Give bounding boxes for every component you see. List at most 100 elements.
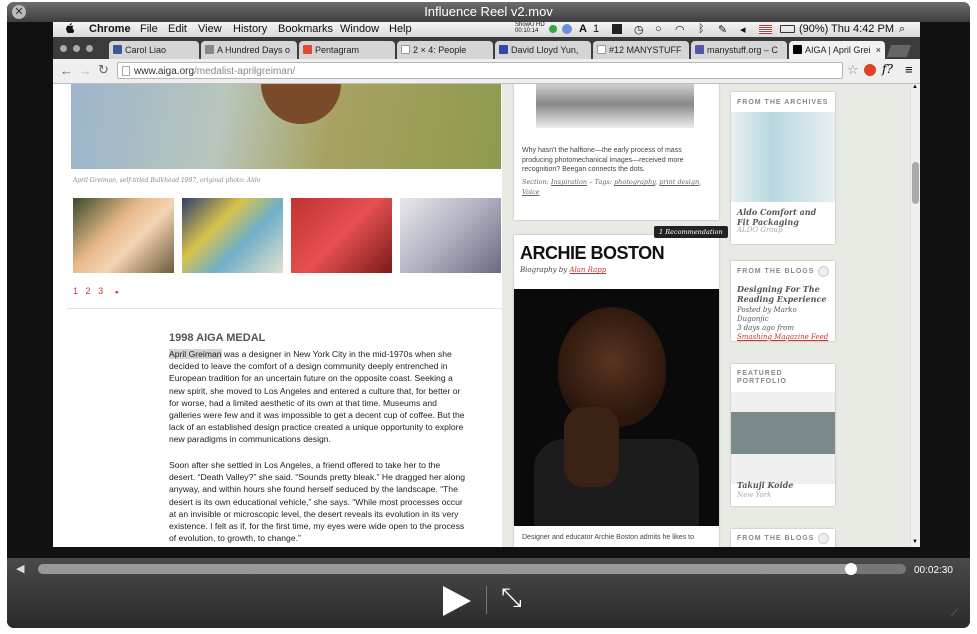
fullscreen-icon[interactable]: ⤡ bbox=[501, 582, 522, 612]
section-link[interactable]: Inspiration bbox=[551, 178, 587, 186]
address-bar[interactable]: www.aiga.org/medalist-aprilgreiman/ bbox=[117, 62, 843, 79]
tab-carol-liao[interactable]: Carol Liao bbox=[109, 41, 199, 59]
archives-title[interactable]: Aldo Comfort and Fit Packaging bbox=[737, 207, 829, 227]
collapse-icon[interactable] bbox=[818, 533, 829, 544]
tab-hundred-days[interactable]: A Hundred Days o bbox=[201, 41, 297, 59]
thumbnail-sketch[interactable] bbox=[400, 198, 501, 273]
page-link-1[interactable]: 1 bbox=[73, 286, 78, 296]
page-icon bbox=[401, 45, 410, 54]
menu-help[interactable]: Help bbox=[389, 23, 412, 35]
halftone-meta: Section: Inspiration – Tags: photography… bbox=[522, 178, 712, 197]
spotlight-search-icon[interactable]: ⌕ bbox=[899, 23, 905, 36]
author-link[interactable]: Alan Rapp bbox=[569, 266, 606, 274]
menu-view[interactable]: View bbox=[198, 23, 222, 35]
menu-app-name[interactable]: Chrome bbox=[89, 23, 131, 35]
bluetooth-icon[interactable]: ᛒ bbox=[698, 23, 705, 35]
featured-portfolio-card: FEATURED PORTFOLIO Takuji Koide New York bbox=[731, 364, 835, 506]
time-machine-icon[interactable]: ◷ bbox=[634, 23, 644, 36]
page-link-3[interactable]: 3 bbox=[98, 286, 103, 296]
recommendation-badge[interactable]: 1 Recommendation bbox=[654, 226, 728, 238]
playhead-knob[interactable] bbox=[845, 563, 858, 575]
player-title: Influence Reel v2.mov bbox=[424, 4, 553, 19]
tags-label: – Tags: bbox=[589, 178, 612, 186]
voice-link[interactable]: Voice bbox=[522, 188, 540, 196]
pen-icon[interactable]: ✎ bbox=[718, 23, 727, 36]
forward-arrow-icon[interactable]: → bbox=[79, 63, 92, 78]
resize-grip-icon[interactable]: ⟋ bbox=[951, 608, 958, 619]
halftone-image[interactable] bbox=[536, 84, 694, 128]
tab-label: #12 MANYSTUFF bbox=[609, 45, 682, 55]
new-tab-button[interactable] bbox=[886, 45, 912, 57]
hero-caption: April Greiman, self-titled Bulkhead 1997… bbox=[73, 177, 261, 184]
scroll-down-icon[interactable]: ▼ bbox=[912, 539, 918, 545]
app-status-icon[interactable] bbox=[612, 24, 622, 34]
menu-window[interactable]: Window bbox=[340, 23, 379, 35]
back-arrow-icon[interactable]: ← bbox=[60, 63, 73, 78]
window-zoom-button[interactable] bbox=[86, 45, 93, 52]
timeline-scrubber[interactable] bbox=[38, 563, 906, 575]
thumbnail-lifetime[interactable] bbox=[291, 198, 392, 273]
collapse-icon[interactable] bbox=[818, 266, 829, 277]
archives-card: FROM THE ARCHIVES Aldo Comfort and Fit P… bbox=[731, 92, 835, 244]
menu-bookmarks[interactable]: Bookmarks bbox=[278, 23, 333, 35]
tag-print-design[interactable]: print design bbox=[659, 178, 699, 186]
archives-image[interactable] bbox=[731, 112, 835, 202]
player-controls: ◀ 00:02:30 ⤡ ⟋ bbox=[7, 558, 970, 628]
volume-speaker-icon[interactable]: ◀ bbox=[16, 562, 24, 575]
record-dot-icon[interactable] bbox=[549, 25, 557, 33]
hero-figure bbox=[261, 84, 341, 124]
biography-label: Biography by bbox=[520, 266, 568, 274]
selected-text[interactable]: April Greiman bbox=[169, 349, 222, 359]
scrollbar-thumb[interactable] bbox=[912, 162, 919, 204]
page-scrollbar[interactable]: ▲ ▼ bbox=[910, 84, 920, 547]
featured-name[interactable]: Takuji Koide bbox=[737, 480, 793, 490]
apple-icon[interactable] bbox=[65, 23, 75, 36]
archie-boston-photo[interactable] bbox=[514, 289, 719, 526]
menu-edit[interactable]: Edit bbox=[168, 23, 187, 35]
blog-post-title[interactable]: Designing For The Reading Experience bbox=[737, 284, 829, 304]
tab-aiga-active[interactable]: AIGA | April Grei × bbox=[789, 41, 885, 59]
font-extension-icon[interactable]: f? bbox=[882, 62, 893, 76]
volume-icon[interactable]: ◂ bbox=[740, 23, 746, 36]
window-close-button[interactable] bbox=[60, 45, 67, 52]
tab-manystuff-org[interactable]: manystuff.org – C bbox=[691, 41, 787, 59]
controls-divider bbox=[486, 586, 487, 614]
us-flag-icon[interactable] bbox=[759, 25, 772, 34]
scroll-up-icon[interactable]: ▲ bbox=[912, 84, 918, 90]
blog-post-meta: Posted by Marko Dugonjic 3 days ago from … bbox=[737, 306, 829, 342]
next-page-arrow-icon[interactable]: ▸ bbox=[116, 289, 120, 296]
battery-icon[interactable] bbox=[780, 25, 795, 33]
menu-icon[interactable]: ≡ bbox=[905, 62, 913, 77]
wifi-icon[interactable]: ◠ bbox=[675, 23, 685, 36]
menu-file[interactable]: File bbox=[140, 23, 158, 35]
archie-boston-title[interactable]: ARCHIE BOSTON bbox=[520, 243, 665, 264]
window-minimize-button[interactable] bbox=[73, 45, 80, 52]
tab-2x4-people[interactable]: 2 × 4: People bbox=[397, 41, 493, 59]
tag-photography[interactable]: photography bbox=[614, 178, 655, 186]
divider bbox=[67, 308, 502, 309]
elapsed-time: 00:02:30 bbox=[914, 565, 953, 576]
page-link-2[interactable]: 2 bbox=[86, 286, 91, 296]
thumbnail-portrait[interactable] bbox=[73, 198, 174, 273]
tab-manystuff-12[interactable]: #12 MANYSTUFF bbox=[593, 41, 689, 59]
tab-pentagram[interactable]: Pentagram bbox=[299, 41, 395, 59]
bookmark-star-icon[interactable]: ☆ bbox=[847, 62, 859, 78]
adobe-icon[interactable]: A bbox=[579, 23, 587, 35]
archives-subtitle: ALDO Group bbox=[737, 226, 783, 234]
extension-icon[interactable] bbox=[864, 64, 876, 76]
close-icon[interactable]: ✕ bbox=[12, 5, 26, 19]
battery-percent: (90%) bbox=[799, 23, 829, 35]
featured-image[interactable] bbox=[731, 392, 835, 484]
play-icon[interactable] bbox=[443, 586, 471, 616]
reload-icon[interactable]: ↻ bbox=[98, 62, 109, 78]
status-bubble-icon[interactable]: ○ bbox=[655, 23, 662, 35]
menubar-clock[interactable]: Thu 4:42 PM bbox=[831, 23, 894, 35]
tab-david-lloyd[interactable]: David Lloyd Yun, bbox=[495, 41, 591, 59]
url-host: www.aiga.org bbox=[134, 66, 195, 77]
globe-icon[interactable] bbox=[562, 24, 572, 34]
blog-source-link[interactable]: Smashing Magazine Feed bbox=[737, 333, 828, 341]
menu-history[interactable]: History bbox=[233, 23, 267, 35]
tab-close-icon[interactable]: × bbox=[876, 41, 881, 59]
article-column: April Greiman, self-titled Bulkhead 1997… bbox=[53, 84, 502, 547]
thumbnail-poster-1[interactable] bbox=[182, 198, 283, 273]
